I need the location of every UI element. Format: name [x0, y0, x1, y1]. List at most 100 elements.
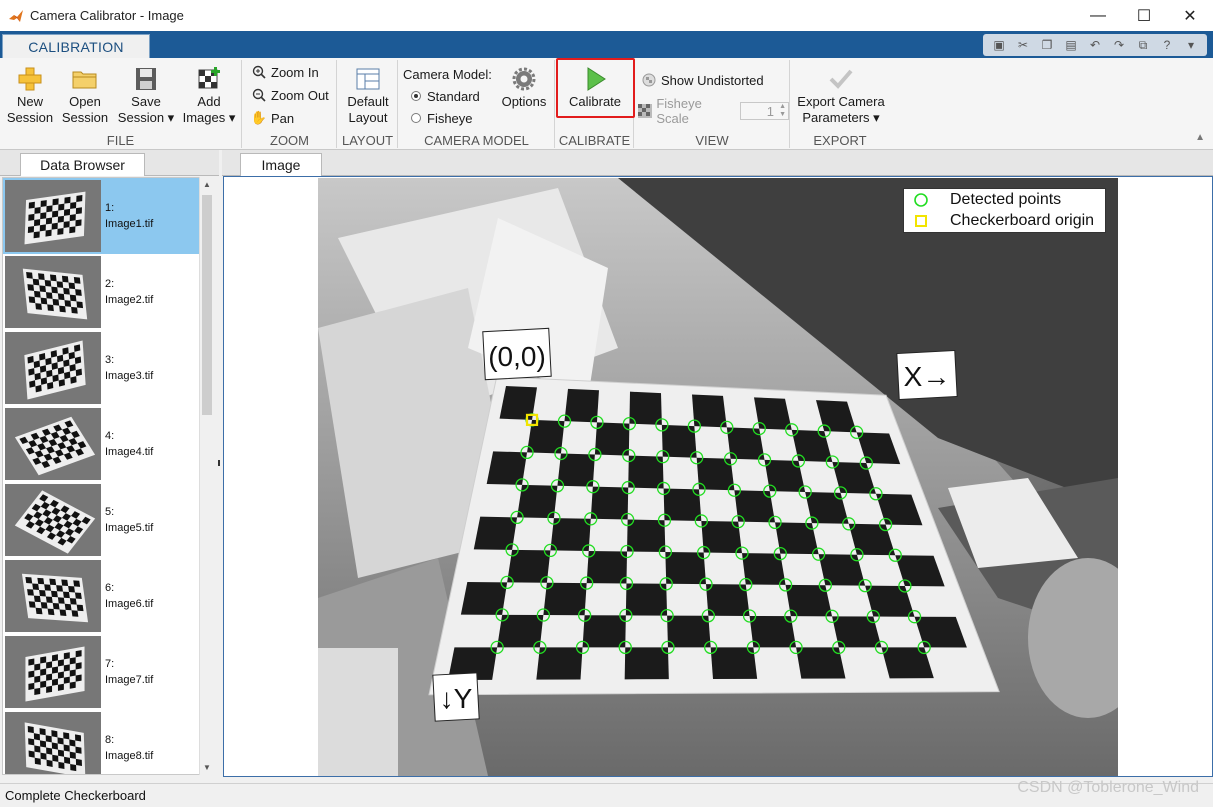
- board-square: [624, 647, 669, 680]
- export-camera-label-1: Export Camera: [797, 94, 885, 109]
- scroll-down-icon[interactable]: ▼: [203, 763, 211, 772]
- list-item[interactable]: 6: Image6.tif: [3, 558, 199, 634]
- open-session-button[interactable]: Open Session: [60, 66, 110, 126]
- zoom-section: Zoom In Zoom Out ✋ Pan ZOOM: [243, 60, 337, 148]
- thumbnail-filename: Image8.tif: [105, 750, 154, 762]
- scroll-thumb[interactable]: [202, 195, 212, 415]
- new-session-button[interactable]: New Session: [6, 66, 54, 126]
- thumbnail-index: 7:: [105, 658, 115, 670]
- add-images-label-1: Add: [197, 94, 221, 109]
- fisheye-radio-dot: [411, 113, 421, 123]
- board-square: [764, 459, 806, 492]
- board-square: [832, 616, 882, 648]
- board-square: [625, 583, 668, 616]
- calculator: [318, 648, 398, 776]
- camera-calibrator-window: Camera Calibrator - Image — ☐ ✕ CALIBRAT…: [0, 0, 1213, 807]
- copy-icon[interactable]: ❐: [1037, 36, 1057, 54]
- quick-access-toolbar: ▣ ✂ ❐ ▤ ↶ ↷ ⧉ ? ▾: [983, 34, 1207, 56]
- zoom-out-icon: [251, 87, 267, 103]
- save-icon[interactable]: ▣: [989, 36, 1009, 54]
- thumbnail-image: [5, 180, 101, 252]
- fisheye-radio[interactable]: Fisheye: [411, 108, 473, 128]
- origin-label: (0,0): [488, 341, 546, 372]
- thumbnail-label: 3: Image3.tif: [105, 352, 153, 384]
- thumbnail-index: 6:: [105, 582, 115, 594]
- checker-icon: [641, 72, 657, 88]
- checkerboard-image[interactable]: (0,0) X→ ↓Y: [318, 178, 1118, 776]
- list-item[interactable]: 1: Image1.tif: [3, 178, 199, 254]
- thumbnail-label: 5: Image5.tif: [105, 504, 153, 536]
- board-square: [692, 394, 727, 428]
- y-axis-annotation: ↓Y: [432, 672, 480, 722]
- thumbnail-index: 3:: [105, 354, 115, 366]
- pan-button[interactable]: ✋ Pan: [251, 108, 294, 128]
- legend-checkerboard-origin: Checkerboard origin: [912, 212, 1094, 230]
- collapse-ribbon-icon[interactable]: ▲: [1195, 132, 1205, 143]
- minimize-button[interactable]: —: [1075, 0, 1121, 31]
- save-session-label-2: Session ▾: [117, 110, 175, 125]
- matlab-logo-icon: [9, 9, 23, 22]
- open-session-label-2: Session: [61, 110, 109, 125]
- zoom-in-icon: [251, 64, 267, 80]
- camera-model-section: Camera Model: Standard Fisheye Options C…: [399, 60, 555, 148]
- list-item[interactable]: 4: Image4.tif: [3, 406, 199, 482]
- thumbnail-filename: Image1.tif: [105, 218, 154, 230]
- calibrate-highlight-box: [556, 58, 635, 118]
- thumbnail-image: [5, 484, 101, 556]
- export-camera-parameters-button[interactable]: Export Camera Parameters ▾: [793, 66, 889, 126]
- cut-icon[interactable]: ✂: [1013, 36, 1033, 54]
- paste-icon[interactable]: ▤: [1061, 36, 1081, 54]
- data-browser-scrollbar[interactable]: ▲ ▼: [199, 177, 214, 775]
- show-undistorted-label: Show Undistorted: [661, 72, 764, 88]
- panel-splitter[interactable]: [218, 460, 220, 466]
- x-axis-label: X→: [904, 361, 951, 392]
- default-layout-label-1: Default: [347, 94, 389, 109]
- thumbnail-index: 8:: [105, 734, 115, 746]
- plus-icon: [18, 67, 42, 91]
- list-item[interactable]: 8: Image8.tif: [3, 710, 199, 774]
- save-session-label-1: Save: [131, 94, 161, 109]
- list-item[interactable]: 2: Image2.tif: [3, 254, 199, 330]
- add-images-button[interactable]: Add Images ▾: [180, 66, 238, 126]
- add-images-icon: [198, 67, 220, 89]
- close-button[interactable]: ✕: [1167, 0, 1213, 31]
- undo-icon[interactable]: ↶: [1085, 36, 1105, 54]
- thumbnail-index: 5:: [105, 506, 115, 518]
- options-button[interactable]: Options: [499, 66, 549, 110]
- standard-label: Standard: [427, 88, 480, 104]
- thumbnail-label: 7: Image7.tif: [105, 656, 153, 688]
- thumbnail-index: 1:: [105, 202, 115, 214]
- legend-origin-label: Checkerboard origin: [950, 212, 1095, 229]
- redo-icon[interactable]: ↷: [1109, 36, 1129, 54]
- thumbnail-filename: Image2.tif: [105, 294, 154, 306]
- thumbnail-filename: Image7.tif: [105, 674, 154, 686]
- list-item[interactable]: 5: Image5.tif: [3, 482, 199, 558]
- fisheye-scale-value: 1: [766, 103, 774, 119]
- window-layout-icon[interactable]: ⧉: [1133, 36, 1153, 54]
- save-session-button[interactable]: Save Session ▾: [116, 66, 176, 126]
- file-section: New Session Open Session Save Session ▾: [0, 60, 242, 148]
- list-item[interactable]: 3: Image3.tif: [3, 330, 199, 406]
- tab-data-browser[interactable]: Data Browser: [20, 153, 145, 176]
- zoom-in-button[interactable]: Zoom In: [251, 62, 319, 82]
- thumbnail-index: 4:: [105, 430, 115, 442]
- zoom-out-button[interactable]: Zoom Out: [251, 85, 329, 105]
- camera-model-heading: Camera Model:: [403, 66, 492, 82]
- default-layout-button[interactable]: Default Layout: [342, 66, 394, 126]
- floppy-disk-icon: [136, 68, 156, 90]
- thumbnail-image: [5, 408, 101, 480]
- scroll-up-icon[interactable]: ▲: [203, 180, 211, 189]
- thumbnail-label: 1: Image1.tif: [105, 200, 153, 232]
- new-session-label-2: Session: [6, 110, 54, 125]
- maximize-button[interactable]: ☐: [1121, 0, 1167, 31]
- image-display-area: (0,0) X→ ↓Y: [223, 176, 1213, 777]
- help-icon[interactable]: ?: [1157, 36, 1177, 54]
- tab-image[interactable]: Image: [240, 153, 322, 176]
- status-text: Complete Checkerboard: [5, 788, 146, 803]
- show-undistorted-toggle[interactable]: Show Undistorted: [641, 70, 764, 90]
- standard-radio[interactable]: Standard: [411, 86, 480, 106]
- tab-calibration[interactable]: CALIBRATION: [2, 34, 150, 59]
- fisheye-scale-spinner: 1 ▲ ▼: [740, 102, 789, 120]
- list-item[interactable]: 7: Image7.tif: [3, 634, 199, 710]
- dropdown-icon[interactable]: ▾: [1181, 36, 1201, 54]
